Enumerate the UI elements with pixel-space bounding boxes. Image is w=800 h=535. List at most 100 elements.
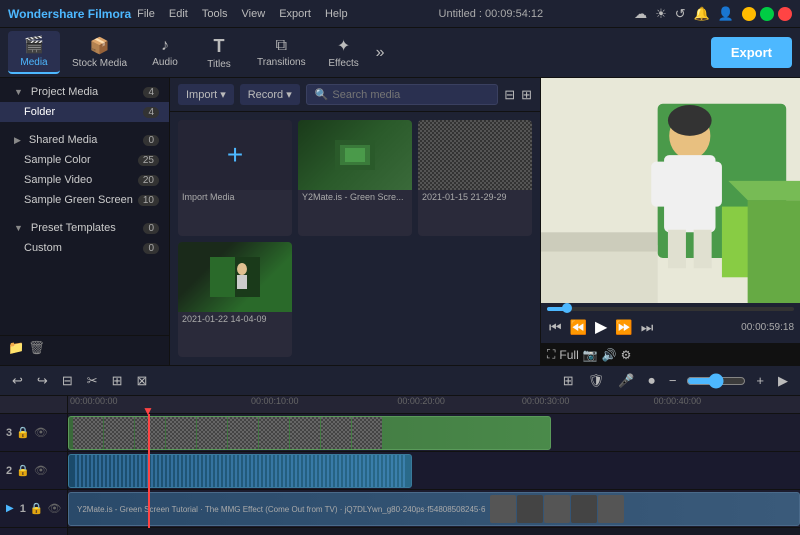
volume-icon[interactable]: 🔊: [602, 348, 617, 362]
play-head-icon[interactable]: ▶: [774, 371, 792, 391]
stock-label: Stock Media: [72, 58, 127, 69]
custom-label: Custom: [24, 242, 62, 254]
menu-edit[interactable]: Edit: [169, 8, 188, 20]
tab-stock-media[interactable]: 📦 Stock Media: [62, 32, 137, 73]
shield-icon[interactable]: 🛡: [584, 371, 609, 391]
filter-icon[interactable]: ⊟: [504, 87, 515, 103]
project-media-label: Project Media: [31, 86, 98, 98]
preview-progress-handle[interactable]: [562, 303, 572, 313]
media-item-3[interactable]: 2021-01-22 14-04-09: [178, 242, 292, 358]
sidebar-item-folder[interactable]: Folder 4: [0, 102, 169, 122]
sidebar-item-project-media[interactable]: ▼ Project Media 4: [0, 82, 169, 102]
mic-icon[interactable]: 🎤: [614, 371, 638, 391]
menu-export[interactable]: Export: [279, 8, 311, 20]
folder-label: Folder: [24, 106, 55, 118]
tab-audio[interactable]: ♪ Audio: [139, 33, 191, 72]
import-button[interactable]: Import ▾: [178, 84, 234, 105]
clip-1[interactable]: Y2Mate.is - Green Screen Tutorial · The …: [68, 492, 800, 526]
cloud-icon[interactable]: ☁: [634, 6, 647, 22]
folder-count: 4: [143, 107, 159, 118]
tab-media[interactable]: 🎬 Media: [8, 31, 60, 74]
zoom-slider[interactable]: [686, 373, 746, 389]
sun-icon[interactable]: ☀: [655, 6, 667, 22]
lock-icon-1[interactable]: 🔒: [30, 502, 44, 515]
sample-green-count: 10: [138, 195, 159, 206]
sample-color-label: Sample Color: [24, 154, 91, 166]
delete-clip-button[interactable]: ⊟: [58, 371, 77, 391]
sidebar-item-preset-templates[interactable]: ▼ Preset Templates 0: [0, 218, 169, 238]
main-area: ▼ Project Media 4 Folder 4 ▶ Shared Medi…: [0, 78, 800, 365]
settings-icon[interactable]: ⚙: [621, 348, 632, 362]
quality-label[interactable]: Full: [559, 348, 578, 362]
sidebar-item-sample-video[interactable]: Sample Video 20: [0, 170, 169, 190]
preview-progress-bar[interactable]: [547, 307, 794, 311]
clip-3[interactable]: [68, 416, 551, 450]
media-thumb-3: [178, 242, 292, 312]
sidebar-item-custom[interactable]: Custom 0: [0, 238, 169, 258]
playhead[interactable]: [148, 414, 150, 528]
sample-color-count: 25: [138, 155, 159, 166]
sidebar-item-shared-media[interactable]: ▶ Shared Media 0: [0, 130, 169, 150]
eye-icon-3[interactable]: 👁: [34, 426, 48, 439]
sidebar-section-project: ▼ Project Media 4 Folder 4: [0, 78, 169, 126]
step-fwd-button[interactable]: ⏩: [613, 317, 634, 338]
play-button[interactable]: ▶: [593, 315, 609, 339]
media-item-2[interactable]: 2021-01-15 21-29-29: [418, 120, 532, 236]
lock-icon-2[interactable]: 🔒: [16, 464, 30, 477]
zoom-out-icon[interactable]: −: [665, 371, 681, 390]
fullscreen-icon[interactable]: ⛶: [547, 347, 555, 362]
tab-transitions[interactable]: ⧉ Transitions: [247, 33, 316, 72]
notification-icon[interactable]: 🔔: [694, 6, 710, 22]
media-item-1[interactable]: Y2Mate.is - Green Scre...: [298, 120, 412, 236]
record-button[interactable]: Record ▾: [240, 84, 300, 105]
transitions-icon: ⧉: [276, 37, 287, 55]
track-label-1: ▶ 1 🔒 👁: [0, 490, 67, 528]
menu-help[interactable]: Help: [325, 8, 348, 20]
snap-icon[interactable]: ⊞: [559, 371, 578, 391]
redo-button[interactable]: ↪: [33, 371, 52, 391]
zoom-in-icon[interactable]: +: [752, 371, 768, 390]
menu-view[interactable]: View: [242, 8, 266, 20]
grid-view-icon[interactable]: ⊞: [521, 87, 532, 103]
sidebar-item-sample-color[interactable]: Sample Color 25: [0, 150, 169, 170]
step-back-button[interactable]: ⏪: [568, 317, 589, 338]
new-folder-icon[interactable]: 📁: [8, 340, 24, 356]
sidebar-bottom-actions: 📁 🗑: [0, 335, 170, 360]
search-input[interactable]: [332, 89, 489, 101]
lock-icon-3[interactable]: 🔒: [16, 426, 30, 439]
cut-button[interactable]: ✂: [83, 371, 102, 391]
delete-icon[interactable]: 🗑: [28, 340, 45, 356]
timeline: ↩ ↪ ⊟ ✂ ⊞ ⊠ ⊞ 🛡 🎤 ⏺ − + ▶ 3 🔒 👁 2 🔒 👁: [0, 365, 800, 535]
crop-button[interactable]: ⊠: [133, 371, 152, 391]
media-grid: + Import Media Y2Mate.is - Green Scre...: [170, 112, 540, 365]
sample-green-label: Sample Green Screen: [24, 194, 133, 206]
import-media-cell[interactable]: + Import Media: [178, 120, 292, 236]
user-icon[interactable]: 👤: [718, 6, 734, 22]
tab-titles[interactable]: T Titles: [193, 32, 245, 74]
undo-button[interactable]: ↩: [8, 371, 27, 391]
screenshot-icon[interactable]: 📷: [583, 348, 598, 362]
media-label-3: 2021-01-22 14-04-09: [178, 312, 292, 326]
sidebar: ▼ Project Media 4 Folder 4 ▶ Shared Medi…: [0, 78, 170, 365]
eye-icon-1[interactable]: 👁: [48, 502, 62, 515]
skip-back-button[interactable]: ⏮: [547, 317, 564, 338]
import-media-area[interactable]: +: [178, 120, 292, 190]
track-label-3: 3 🔒 👁: [0, 414, 67, 452]
sidebar-item-sample-green[interactable]: Sample Green Screen 10: [0, 190, 169, 210]
more-tabs-button[interactable]: »: [372, 40, 389, 66]
record-timeline-icon[interactable]: ⏺: [644, 371, 659, 391]
eye-icon-2[interactable]: 👁: [34, 464, 48, 477]
skip-fwd-button[interactable]: ⏭: [639, 317, 656, 338]
clip-2[interactable]: [68, 454, 412, 488]
split-button[interactable]: ⊞: [108, 371, 127, 391]
menu-file[interactable]: File: [137, 8, 155, 20]
export-button[interactable]: Export: [711, 37, 792, 68]
menu-tools[interactable]: Tools: [202, 8, 228, 20]
close-button[interactable]: [778, 7, 792, 21]
refresh-icon[interactable]: ↺: [675, 6, 686, 22]
arrow-icon2: ▼: [14, 223, 23, 233]
maximize-button[interactable]: [760, 7, 774, 21]
minimize-button[interactable]: [742, 7, 756, 21]
preview-placeholder: [541, 78, 800, 303]
tab-effects[interactable]: ✦ Effects: [318, 32, 370, 73]
